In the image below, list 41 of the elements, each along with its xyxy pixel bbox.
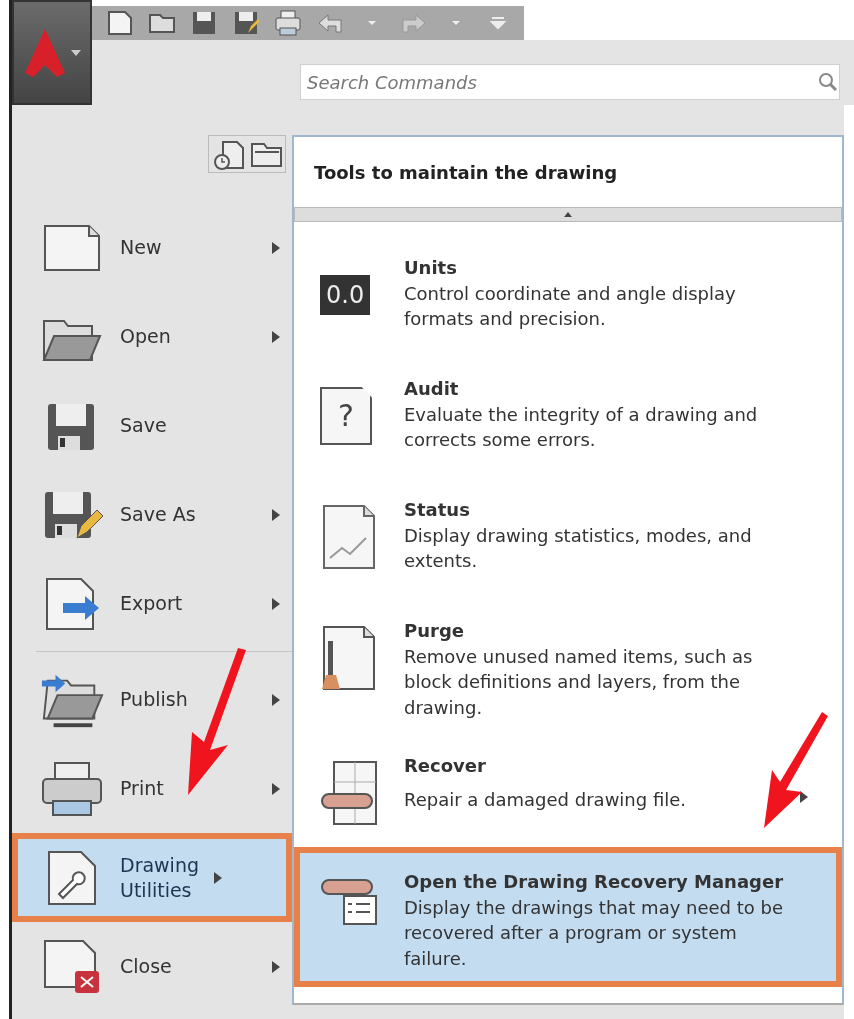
tool-title: Status	[404, 498, 471, 522]
tool-description: Display the drawings that may need to be recovered after a program or system failure.	[404, 895, 785, 971]
tool-description: Repair a damaged drawing file.	[404, 787, 688, 812]
tool-item[interactable]: Purge Remove unused named items, such as block definitions and layers, from the drawing.	[294, 585, 842, 721]
menu-item[interactable]: Save	[12, 381, 292, 470]
tool-description: Display drawing statistics, modes, and extents.	[404, 523, 753, 574]
tool-title: Open the Drawing Recovery Manager	[404, 870, 784, 895]
menu-item[interactable]: Close	[12, 922, 292, 1011]
broom-document-icon	[320, 625, 378, 691]
tool-description: Remove unused named items, such as block definitions and layers, from the drawing.	[404, 644, 754, 720]
tool-title: Recover	[404, 754, 487, 779]
panel-title: Tools to maintain the drawing	[313, 160, 619, 185]
up-arrow-icon	[564, 212, 572, 217]
units-icon: 0.0	[320, 275, 371, 315]
menu-item[interactable]: New	[12, 203, 292, 292]
tool-description: Control coordinate and angle display formats and precision.	[404, 281, 737, 332]
print-icon[interactable]	[274, 9, 302, 37]
tool-item[interactable]: ? Audit Evaluate the integrity of a drawing and corrects some errors.	[294, 343, 842, 464]
tool-item[interactable]: Open the Drawing Recovery Manager Display the drawings that may need to be recovered after a program or system failure.	[294, 847, 842, 988]
tool-item[interactable]: 0.0 Units Control coordinate and angle display formats and precision.	[294, 222, 842, 343]
save-as-icon[interactable]	[232, 9, 260, 37]
new-file-icon[interactable]	[106, 9, 134, 37]
save-icon[interactable]	[190, 9, 218, 37]
caret-icon	[71, 49, 81, 56]
tool-title: Units	[404, 256, 458, 280]
search-icon[interactable]	[817, 71, 839, 93]
search-input[interactable]: Search Commands	[301, 67, 817, 97]
recover-icon	[320, 760, 378, 827]
printer-icon	[41, 760, 103, 817]
menu-item[interactable]: Drawing Utilities	[12, 833, 292, 922]
menu-item[interactable]: Export	[12, 559, 292, 648]
menu-item[interactable]: Save As	[12, 470, 292, 559]
tool-title: Audit	[404, 377, 460, 401]
application-menu-button[interactable]	[12, 0, 92, 105]
question-document-icon: ?	[320, 387, 372, 445]
menu-item[interactable]: Open	[12, 292, 292, 381]
chart-document-icon	[320, 504, 378, 570]
tool-description: Evaluate the integrity of a drawing and corrects some errors.	[404, 402, 759, 453]
tool-title: Purge	[404, 619, 465, 643]
tool-item[interactable]: Status Display drawing statistics, modes, and extents.	[294, 464, 842, 585]
search-field[interactable]: Search Commands	[300, 64, 840, 100]
